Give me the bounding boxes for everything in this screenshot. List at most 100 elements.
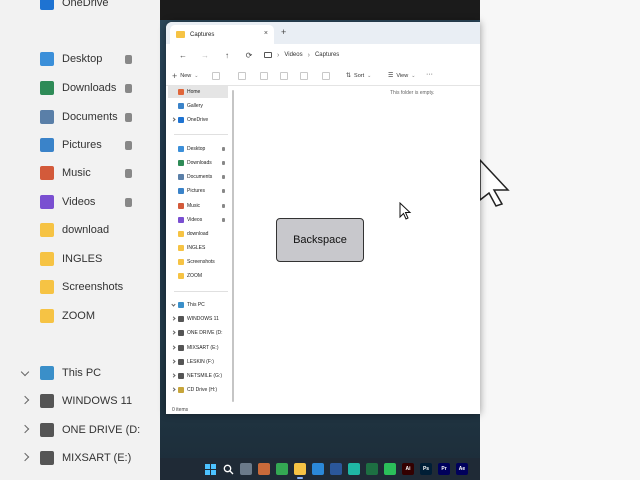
share-icon[interactable] <box>300 72 308 80</box>
after-effects-icon[interactable]: Ae <box>456 463 468 475</box>
pin-icon <box>125 113 132 122</box>
download-icon <box>40 223 54 237</box>
sidebar-item-desktop[interactable]: Desktop <box>178 143 228 155</box>
rename-icon[interactable] <box>280 72 288 80</box>
copy-icon[interactable] <box>238 72 246 80</box>
chevron-right-icon[interactable] <box>171 359 176 364</box>
breadcrumb-captures[interactable]: Captures <box>315 52 339 58</box>
sidebar-item-pictures[interactable]: Pictures <box>178 185 228 197</box>
paste-icon[interactable] <box>260 72 268 80</box>
sidebar-item-documents[interactable]: Documents <box>178 171 228 183</box>
search-icon[interactable] <box>222 463 234 475</box>
breadcrumb-videos[interactable]: Videos <box>284 52 302 58</box>
background-item-onedrive: OneDrive <box>40 0 108 14</box>
sidebar-item-screenshots[interactable]: Screenshots <box>178 256 228 268</box>
navigation-divider <box>174 291 228 292</box>
navigation-pane: Home Gallery OneDrive Desktop Downloads Docum… <box>166 86 230 404</box>
task-view-icon[interactable] <box>240 463 252 475</box>
forward-button[interactable]: → <box>194 51 216 60</box>
mouse-cursor-icon <box>399 202 412 220</box>
sidebar-item-netsmile-g[interactable]: NETSMILE (G:) <box>178 370 228 382</box>
this-pc-icon[interactable] <box>264 52 272 58</box>
refresh-button[interactable]: ⟳ <box>238 51 260 60</box>
chevron-right-icon[interactable] <box>171 330 176 335</box>
chevron-right-icon[interactable] <box>171 373 176 378</box>
sidebar-item-one-drive-d[interactable]: ONE DRIVE (D: <box>178 327 228 339</box>
navigation-scrollbar[interactable] <box>232 90 234 402</box>
pictures-icon <box>40 138 54 152</box>
sidebar-item-gallery[interactable]: Gallery <box>178 100 228 112</box>
cut-icon[interactable] <box>212 72 220 80</box>
sidebar-item-zoom[interactable]: ZOOM <box>178 270 228 282</box>
breadcrumb-separator-icon[interactable]: › <box>308 52 310 59</box>
word-icon[interactable] <box>330 463 342 475</box>
downloads-icon <box>40 81 54 95</box>
sidebar-item-ingles[interactable]: INGLES <box>178 242 228 254</box>
back-button[interactable]: ← <box>172 51 194 60</box>
sort-button-label: Sort <box>354 72 365 79</box>
pin-icon <box>125 198 132 207</box>
breadcrumb-separator-icon[interactable]: › <box>277 52 279 59</box>
background-cursor-icon <box>480 158 510 207</box>
sidebar-item-windows-11[interactable]: WINDOWS 11 <box>178 313 228 325</box>
new-button[interactable]: + New ⌄ <box>172 71 198 81</box>
sidebar-item-label: Videos <box>187 217 203 223</box>
chevron-right-icon[interactable] <box>171 316 176 321</box>
sidebar-item-download[interactable]: download <box>178 228 228 240</box>
sidebar-item-cd-drive-h[interactable]: CD Drive (H:) <box>178 384 228 396</box>
sidebar-item-label: Pictures <box>187 188 206 194</box>
photoshop-icon[interactable]: Ps <box>420 463 432 475</box>
sidebar-item-label: Home <box>187 89 201 95</box>
maps-icon[interactable] <box>384 463 396 475</box>
background-item-label: WINDOWS 11 <box>62 395 133 407</box>
background-item-label: OneDrive <box>62 0 109 9</box>
sidebar-item-this-pc[interactable]: This PC <box>178 299 228 311</box>
chevron-right-icon[interactable] <box>171 387 176 392</box>
premiere-icon[interactable]: Pr <box>438 463 450 475</box>
this-pc-icon <box>40 366 54 380</box>
sidebar-item-music[interactable]: Music <box>178 200 228 212</box>
sidebar-item-mixsart-e[interactable]: MIXSART (E:) <box>178 342 228 354</box>
background-item-label: download <box>62 224 110 236</box>
empty-folder-message: This folder is empty. <box>390 90 435 96</box>
delete-icon[interactable] <box>322 72 330 80</box>
up-button[interactable]: ↑ <box>216 51 238 60</box>
videos-icon <box>178 217 184 223</box>
background-item-videos: Videos <box>40 191 95 213</box>
windows-logo-icon <box>204 463 216 475</box>
tab-captures[interactable]: Captures × <box>170 25 274 44</box>
folder-icon <box>178 231 184 237</box>
desktop-icon <box>178 146 184 152</box>
background-item-documents: Documents <box>40 106 118 128</box>
view-button[interactable]: ☰ View ⌄ <box>388 72 416 80</box>
chevron-right-icon[interactable] <box>171 117 176 122</box>
excel-icon[interactable] <box>366 463 378 475</box>
sidebar-item-home[interactable]: Home <box>168 86 228 98</box>
background-item-label: Pictures <box>62 139 102 151</box>
sidebar-item-onedrive[interactable]: OneDrive <box>178 114 228 126</box>
tab-close-button[interactable]: × <box>264 30 268 37</box>
start-button[interactable] <box>204 463 216 475</box>
illustrator-icon[interactable]: Ai <box>402 463 414 475</box>
background-item-zoom: ZOOM <box>40 305 95 327</box>
chevron-down-icon: ⌄ <box>411 72 416 79</box>
music-icon <box>178 203 184 209</box>
sidebar-item-downloads[interactable]: Downloads <box>178 157 228 169</box>
new-button-label: New <box>180 72 192 79</box>
sidebar-item-label: WINDOWS 11 <box>187 316 219 322</box>
new-tab-button[interactable]: + <box>281 27 286 37</box>
background-item-label: Screenshots <box>62 281 124 293</box>
sidebar-item-videos[interactable]: Videos <box>178 214 228 226</box>
widgets-icon[interactable] <box>258 463 270 475</box>
navigation-divider <box>174 134 228 135</box>
downloads-icon <box>178 160 184 166</box>
sort-button[interactable]: ⇅ Sort ⌄ <box>346 72 371 80</box>
store-icon[interactable] <box>312 463 324 475</box>
more-options-button[interactable]: ··· <box>426 71 433 78</box>
sidebar-item-leskin-f[interactable]: LESKIN (F:) <box>178 356 228 368</box>
chrome-icon[interactable] <box>276 463 288 475</box>
chevron-down-icon[interactable] <box>171 302 176 307</box>
chevron-right-icon[interactable] <box>171 345 176 350</box>
file-explorer-icon[interactable] <box>294 463 306 479</box>
capcut-icon[interactable] <box>348 463 360 475</box>
